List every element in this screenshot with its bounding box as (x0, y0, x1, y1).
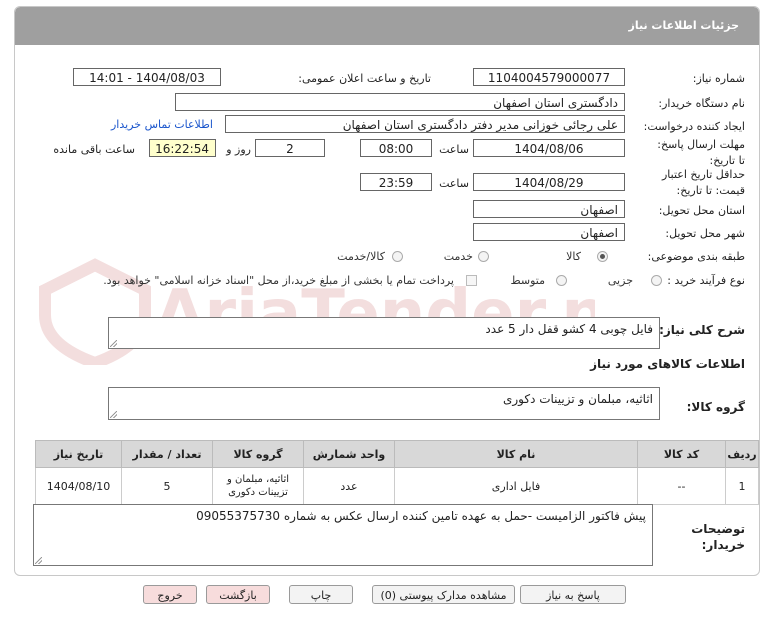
city-field[interactable]: اصفهان (473, 223, 625, 241)
resize-grip-icon[interactable] (110, 411, 117, 418)
col-goods-code: کد کالا (637, 440, 726, 468)
col-need-date: تاریخ نیاز (35, 440, 122, 468)
remaining-time-label: ساعت باقی مانده (53, 143, 135, 156)
validity-time-field[interactable]: 23:59 (360, 173, 432, 191)
reply-deadline-label-text: مهلت ارسال پاسخ: تا تاریخ: (657, 138, 745, 167)
reply-button[interactable]: پاسخ به نیاز (520, 585, 626, 604)
buyer-field[interactable]: دادگستری استان اصفهان (175, 93, 625, 111)
creator-label: ایجاد کننده درخواست: (643, 120, 745, 133)
process-option-medium: متوسط (510, 274, 545, 287)
need-number-field[interactable]: 1104004579000077 (473, 68, 625, 86)
validity-date-field[interactable]: 1404/08/29 (473, 173, 625, 191)
resize-grip-icon[interactable] (35, 557, 42, 564)
buyer-notes-textarea[interactable]: پیش فاکتور الزامیست -حمل به عهده تامین ک… (33, 504, 653, 566)
panel-title: جزئیات اطلاعات نیاز (628, 19, 740, 32)
need-number-label: شماره نیاز: (692, 72, 745, 85)
province-field[interactable]: اصفهان (473, 200, 625, 218)
col-unit: واحد شمارش (303, 440, 395, 468)
goods-section-title: اطلاعات کالاهای مورد نیاز (590, 357, 745, 371)
table-row[interactable]: 1 -- فایل اداری عدد اثاثیه، مبلمان و تزی… (35, 467, 759, 505)
goods-group-text: اثاثیه، مبلمان و تزیینات دکوری (502, 392, 653, 406)
description-text: فایل چوبی 4 کشو قفل دار 5 عدد (485, 322, 653, 336)
announce-label: تاریخ و ساعت اعلان عمومی: (298, 72, 431, 85)
days-label: روز و (226, 143, 251, 156)
print-button[interactable]: چاپ (289, 585, 353, 604)
remaining-time-field[interactable]: 16:22:54 (149, 139, 216, 157)
goods-table-header-row: ردیف کد کالا نام کالا واحد شمارش گروه کا… (35, 440, 759, 468)
goods-table: ردیف کد کالا نام کالا واحد شمارش گروه کا… (35, 440, 759, 505)
goods-group-label: گروه کالا: (686, 400, 745, 414)
col-goods-group: گروه کالا (212, 440, 304, 468)
validity-label-text: حداقل تاریخ اعتبار قیمت: تا تاریخ: (661, 168, 745, 197)
treasury-payment-note: پرداخت تمام یا بخشی از مبلغ خرید،از محل … (103, 274, 454, 287)
buyer-notes-label-text: توضیحات خریدار: (691, 522, 745, 552)
cell-goods-code: -- (637, 467, 726, 505)
validity-time-label: ساعت (439, 177, 469, 190)
process-radio-minor[interactable] (651, 275, 662, 286)
category-option-goods: کالا (566, 250, 581, 263)
cell-quantity: 5 (121, 467, 213, 505)
buyer-label: نام دستگاه خریدار: (658, 97, 745, 110)
city-label: شهر محل تحویل: (665, 227, 745, 240)
process-option-minor: جزیی (607, 274, 633, 287)
announce-datetime-field[interactable]: 1404/08/03 - 14:01 (73, 68, 221, 86)
cell-goods-group: اثاثیه، مبلمان و تزیینات دکوری (212, 467, 304, 505)
cell-need-date: 1404/08/10 (35, 467, 122, 505)
cell-goods-name: فایل اداری (394, 467, 638, 505)
reply-time-label: ساعت (439, 143, 469, 156)
panel-header: جزئیات اطلاعات نیاز (15, 7, 759, 45)
col-row-number: ردیف (725, 440, 759, 468)
creator-field[interactable]: علی رجائی خوزانی مدیر دفتر دادگستری استا… (225, 115, 625, 133)
attachments-button[interactable]: مشاهده مدارک پیوستی (0) (372, 585, 515, 604)
reply-deadline-label: مهلت ارسال پاسخ: تا تاریخ: (650, 137, 745, 169)
col-goods-name: نام کالا (394, 440, 638, 468)
description-label: شرح کلی نیاز: (659, 323, 745, 337)
category-radio-goods[interactable] (597, 251, 608, 262)
need-details-panel: جزئیات اطلاعات نیاز AriaTender.neT شماره… (14, 6, 760, 576)
treasury-payment-checkbox[interactable] (466, 275, 477, 286)
cell-row-number: 1 (725, 467, 759, 505)
category-radio-goods-service[interactable] (392, 251, 403, 262)
buyer-notes-label: توضیحات خریدار: (685, 521, 745, 553)
resize-grip-icon[interactable] (110, 340, 117, 347)
contact-buyer-link[interactable]: اطلاعات تماس خریدار (111, 118, 213, 131)
goods-group-textarea[interactable]: اثاثیه، مبلمان و تزیینات دکوری (108, 387, 660, 420)
province-label: استان محل تحویل: (658, 204, 745, 217)
reply-time-field[interactable]: 08:00 (360, 139, 432, 157)
process-label: نوع فرآیند خرید : (667, 274, 745, 287)
buyer-notes-text: پیش فاکتور الزامیست -حمل به عهده تامین ک… (196, 509, 646, 523)
days-field[interactable]: 2 (255, 139, 325, 157)
col-quantity: تعداد / مقدار (121, 440, 213, 468)
validity-label: حداقل تاریخ اعتبار قیمت: تا تاریخ: (645, 167, 745, 199)
reply-date-field[interactable]: 1404/08/06 (473, 139, 625, 157)
category-option-service: خدمت (443, 250, 473, 263)
category-label: طبقه بندی موضوعی: (647, 250, 745, 263)
back-button[interactable]: بازگشت (206, 585, 270, 604)
category-radio-service[interactable] (478, 251, 489, 262)
category-option-goods-service: کالا/خدمت (337, 250, 385, 263)
process-radio-medium[interactable] (556, 275, 567, 286)
description-textarea[interactable]: فایل چوبی 4 کشو قفل دار 5 عدد (108, 317, 660, 349)
exit-button[interactable]: خروج (143, 585, 197, 604)
cell-unit: عدد (303, 467, 395, 505)
